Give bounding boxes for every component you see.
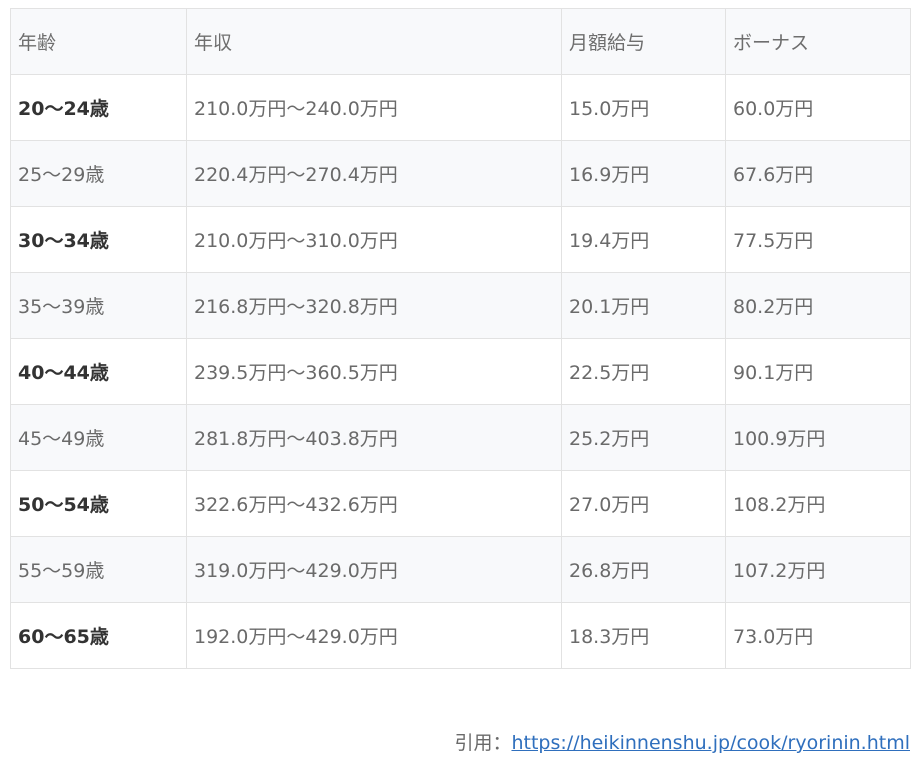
cell-annual-income: 210.0万円〜310.0万円	[186, 206, 562, 273]
cell-age: 60〜65歳	[10, 602, 187, 669]
cell-annual-income: 281.8万円〜403.8万円	[186, 404, 562, 471]
cell-annual-income: 319.0万円〜429.0万円	[186, 536, 562, 603]
table-row: 35〜39歳 216.8万円〜320.8万円 20.1万円 80.2万円	[10, 272, 911, 339]
cell-bonus: 60.0万円	[725, 74, 911, 141]
cell-age: 20〜24歳	[10, 74, 187, 141]
cell-bonus: 108.2万円	[725, 470, 911, 537]
table-row: 20〜24歳 210.0万円〜240.0万円 15.0万円 60.0万円	[10, 74, 911, 141]
table-row: 45〜49歳 281.8万円〜403.8万円 25.2万円 100.9万円	[10, 404, 911, 471]
cell-age: 30〜34歳	[10, 206, 187, 273]
cell-monthly-salary: 18.3万円	[561, 602, 726, 669]
citation-prefix: 引用：	[454, 732, 512, 754]
cell-bonus: 77.5万円	[725, 206, 911, 273]
header-row: 年齢 年収 月額給与 ボーナス	[10, 8, 911, 75]
page: 年齢 年収 月額給与 ボーナス 20〜24歳 210.0万円〜240.0万円 1…	[0, 0, 918, 762]
cell-bonus: 67.6万円	[725, 140, 911, 207]
cell-bonus: 100.9万円	[725, 404, 911, 471]
cell-age: 40〜44歳	[10, 338, 187, 405]
header-age: 年齢	[10, 8, 187, 75]
cell-bonus: 80.2万円	[725, 272, 911, 339]
cell-annual-income: 239.5万円〜360.5万円	[186, 338, 562, 405]
cell-monthly-salary: 26.8万円	[561, 536, 726, 603]
cell-monthly-salary: 27.0万円	[561, 470, 726, 537]
table-row: 30〜34歳 210.0万円〜310.0万円 19.4万円 77.5万円	[10, 206, 911, 273]
table-row: 40〜44歳 239.5万円〜360.5万円 22.5万円 90.1万円	[10, 338, 911, 405]
cell-age: 25〜29歳	[10, 140, 187, 207]
citation: 引用：https://heikinnenshu.jp/cook/ryorinin…	[454, 728, 910, 755]
cell-bonus: 90.1万円	[725, 338, 911, 405]
cell-monthly-salary: 16.9万円	[561, 140, 726, 207]
citation-link[interactable]: https://heikinnenshu.jp/cook/ryorinin.ht…	[511, 732, 910, 754]
cell-bonus: 107.2万円	[725, 536, 911, 603]
table-row: 25〜29歳 220.4万円〜270.4万円 16.9万円 67.6万円	[10, 140, 911, 207]
cell-annual-income: 216.8万円〜320.8万円	[186, 272, 562, 339]
cell-annual-income: 322.6万円〜432.6万円	[186, 470, 562, 537]
cell-annual-income: 220.4万円〜270.4万円	[186, 140, 562, 207]
cell-annual-income: 192.0万円〜429.0万円	[186, 602, 562, 669]
cell-age: 55〜59歳	[10, 536, 187, 603]
cell-monthly-salary: 19.4万円	[561, 206, 726, 273]
cell-monthly-salary: 22.5万円	[561, 338, 726, 405]
header-bonus: ボーナス	[725, 8, 911, 75]
cell-bonus: 73.0万円	[725, 602, 911, 669]
table-row: 55〜59歳 319.0万円〜429.0万円 26.8万円 107.2万円	[10, 536, 911, 603]
table-body: 20〜24歳 210.0万円〜240.0万円 15.0万円 60.0万円 25〜…	[10, 74, 911, 669]
table-row: 50〜54歳 322.6万円〜432.6万円 27.0万円 108.2万円	[10, 470, 911, 537]
cell-monthly-salary: 20.1万円	[561, 272, 726, 339]
cell-age: 35〜39歳	[10, 272, 187, 339]
table-header: 年齢 年収 月額給与 ボーナス	[10, 8, 911, 75]
salary-table: 年齢 年収 月額給与 ボーナス 20〜24歳 210.0万円〜240.0万円 1…	[10, 8, 911, 669]
cell-age: 45〜49歳	[10, 404, 187, 471]
table-row: 60〜65歳 192.0万円〜429.0万円 18.3万円 73.0万円	[10, 602, 911, 669]
cell-age: 50〜54歳	[10, 470, 187, 537]
header-annual-income: 年収	[186, 8, 562, 75]
cell-annual-income: 210.0万円〜240.0万円	[186, 74, 562, 141]
header-monthly-salary: 月額給与	[561, 8, 726, 75]
cell-monthly-salary: 25.2万円	[561, 404, 726, 471]
cell-monthly-salary: 15.0万円	[561, 74, 726, 141]
